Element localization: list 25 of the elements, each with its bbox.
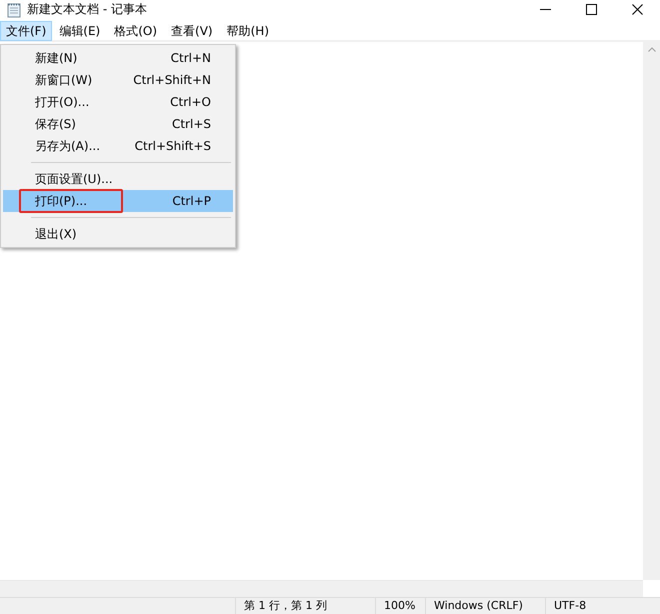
status-text: 第 1 行，第 1 列: [235, 598, 375, 614]
maximize-icon: [586, 4, 596, 14]
menu-item[interactable]: 格式(O): [107, 21, 164, 41]
vertical-scrollbar[interactable]: [643, 42, 660, 580]
menu-entry[interactable]: 打印(P)... Ctrl+P: [3, 190, 233, 212]
menu-entry[interactable]: 新窗口(W) Ctrl+Shift+N: [3, 69, 233, 91]
menu-entry[interactable]: 打开(O)... Ctrl+O: [3, 91, 233, 113]
scroll-up-icon: [648, 47, 656, 52]
window-title: 新建文本文档 - 记事本: [27, 1, 147, 18]
status-text: Windows (CRLF): [425, 598, 545, 614]
horizontal-scrollbar[interactable]: [0, 580, 643, 597]
menu-entry[interactable]: 退出(X): [3, 223, 233, 245]
menu-entry[interactable]: 另存为(A)... Ctrl+Shift+S: [3, 135, 233, 157]
menu-item[interactable]: 编辑(E): [52, 21, 108, 41]
menu-item[interactable]: 文件(F): [0, 21, 52, 41]
close-icon: [632, 4, 642, 14]
status-text: 100%: [375, 598, 425, 614]
status-text: UTF-8: [545, 598, 625, 614]
menu-item[interactable]: 帮助(H): [220, 21, 276, 41]
minimize-icon: [540, 8, 550, 10]
menu-entry[interactable]: 新建(N) Ctrl+N: [3, 47, 233, 69]
menu-item[interactable]: 查看(V): [164, 21, 220, 41]
menu-entry[interactable]: 页面设置(U)...: [3, 168, 233, 190]
notepad-icon: [6, 2, 22, 18]
menu-entry[interactable]: 保存(S) Ctrl+S: [3, 113, 233, 135]
